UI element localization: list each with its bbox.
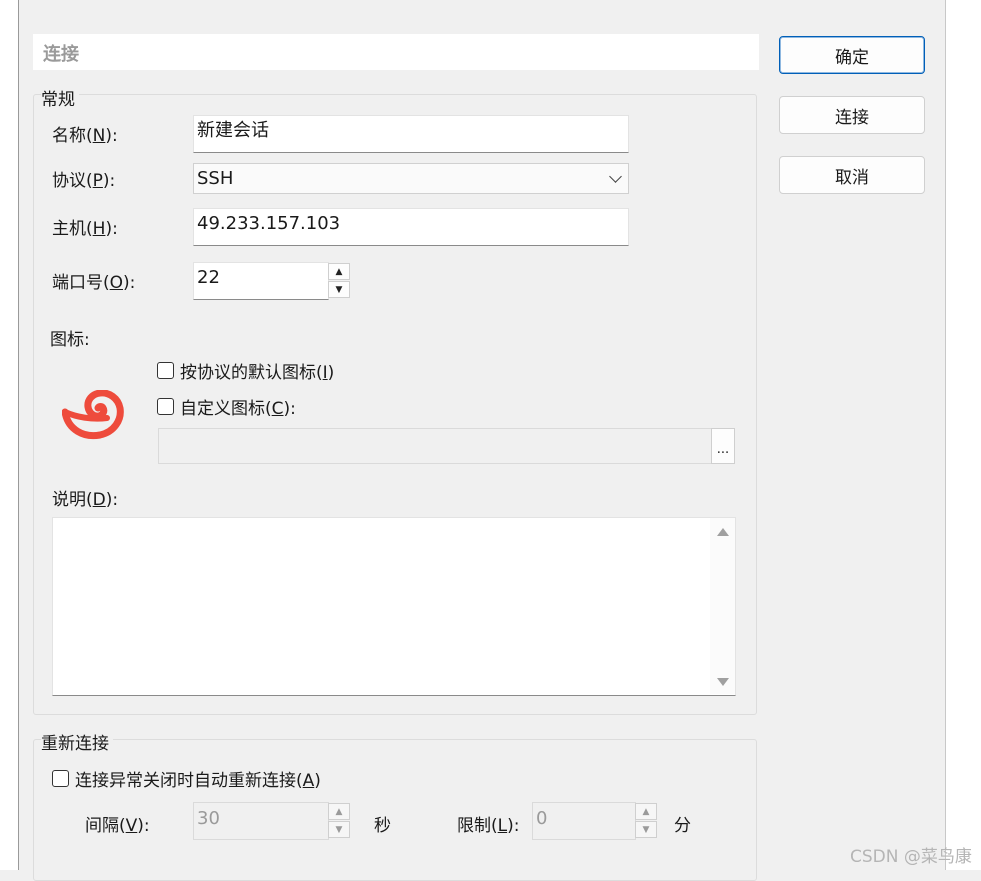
host-label: 主机(H):	[52, 219, 118, 239]
limit-down-button: ▼	[635, 821, 657, 838]
limit-up-button: ▲	[635, 803, 657, 820]
arrow-up-icon: ▲	[335, 266, 343, 277]
description-textarea[interactable]	[52, 517, 736, 696]
host-field[interactable]: 49.233.157.103	[193, 208, 629, 246]
default-icon-checkbox[interactable]	[157, 362, 174, 379]
ok-button[interactable]: 确定	[779, 36, 925, 74]
category-header	[33, 34, 759, 70]
protocol-select-value: SSH	[197, 168, 234, 189]
description-label: 说明(D):	[52, 490, 119, 510]
xshell-logo-icon	[62, 390, 124, 440]
left-panel-edge	[0, 0, 19, 870]
interval-label: 间隔(V):	[85, 816, 150, 836]
cancel-button[interactable]: 取消	[779, 156, 925, 194]
arrow-down-icon: ▼	[335, 824, 343, 835]
window-edge	[945, 0, 981, 870]
default-icon-option-label: 按协议的默认图标(I)	[180, 363, 335, 383]
custom-icon-option-label: 自定义图标(C):	[180, 399, 296, 419]
scroll-up-icon[interactable]	[717, 528, 729, 536]
auto-reconnect-option[interactable]: 连接异常关闭时自动重新连接(A)	[52, 766, 321, 791]
custom-icon-path-field	[158, 428, 712, 464]
interval-value: 30	[197, 808, 220, 829]
limit-field: 0	[532, 802, 636, 840]
connect-button[interactable]: 连接	[779, 96, 925, 134]
limit-label: 限制(L):	[457, 816, 520, 836]
interval-up-button: ▲	[328, 803, 350, 820]
auto-reconnect-label: 连接异常关闭时自动重新连接(A)	[75, 771, 321, 791]
default-icon-option[interactable]: 按协议的默认图标(I)	[157, 358, 334, 383]
port-down-button[interactable]: ▼	[328, 281, 350, 298]
watermark: CSDN @菜鸟康	[850, 847, 972, 867]
port-up-button[interactable]: ▲	[328, 263, 350, 280]
port-field[interactable]: 22	[193, 262, 329, 300]
custom-icon-option[interactable]: 自定义图标(C):	[157, 394, 296, 419]
auto-reconnect-checkbox[interactable]	[52, 770, 69, 787]
browse-icon-button[interactable]: ...	[711, 428, 735, 464]
scroll-down-icon[interactable]	[717, 678, 729, 686]
custom-icon-checkbox[interactable]	[157, 398, 174, 415]
category-title: 连接	[43, 44, 79, 65]
limit-unit: 分	[674, 816, 691, 836]
port-label: 端口号(O):	[52, 273, 136, 293]
name-field[interactable]: 新建会话	[193, 115, 629, 153]
limit-value: 0	[536, 808, 548, 829]
arrow-up-icon: ▲	[335, 806, 343, 817]
description-scrollbar[interactable]	[710, 518, 735, 694]
name-label: 名称(N):	[52, 126, 118, 146]
interval-field: 30	[193, 802, 329, 840]
reconnect-group-title: 重新连接	[41, 729, 113, 754]
arrow-down-icon: ▼	[335, 284, 343, 295]
protocol-select[interactable]: SSH	[193, 163, 629, 194]
chevron-down-icon	[609, 170, 622, 183]
arrow-up-icon: ▲	[642, 806, 650, 817]
icon-label: 图标:	[50, 330, 90, 350]
arrow-down-icon: ▼	[642, 824, 650, 835]
protocol-label: 协议(P):	[52, 171, 116, 191]
interval-unit: 秒	[374, 816, 391, 836]
general-group-title: 常规	[41, 85, 79, 110]
interval-down-button: ▼	[328, 821, 350, 838]
